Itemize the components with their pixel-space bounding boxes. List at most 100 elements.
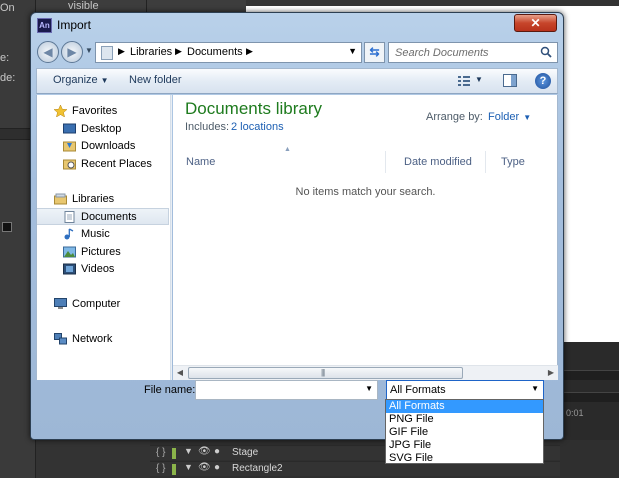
back-arrow-icon: ◀ (43, 45, 53, 59)
breadcrumb-documents[interactable]: Documents (187, 46, 243, 58)
visible-column-label: visible (68, 0, 99, 12)
horizontal-scrollbar[interactable]: ◀ ||| ▶ (173, 365, 558, 380)
music-icon (64, 228, 74, 240)
layer-color-swatch (172, 448, 176, 459)
includes-label: Includes: (185, 121, 230, 133)
column-header-date-modified[interactable]: Date modified (386, 151, 486, 173)
option-gif-file[interactable]: GIF File (386, 426, 543, 439)
nav-desktop[interactable]: Desktop (37, 121, 169, 138)
file-name-input[interactable] (197, 382, 357, 398)
empty-state-message: No items match your search. (295, 186, 436, 198)
file-name-combobox[interactable]: ▼ (195, 380, 378, 400)
layer-color-swatch (172, 464, 176, 475)
expand-caret-icon[interactable]: ▼ (184, 446, 193, 456)
file-name-dropdown-icon[interactable]: ▼ (365, 384, 373, 393)
search-input[interactable] (390, 44, 536, 61)
navigation-pane: Favorites Desktop Downloads Recent Place… (36, 95, 170, 380)
nav-label: Desktop (81, 123, 122, 135)
recent-pages-dropdown-icon[interactable]: ▼ (85, 46, 93, 55)
timeline-frame-mark: 0:01 (566, 408, 584, 418)
column-header-type[interactable]: Type (486, 151, 558, 173)
nav-videos[interactable]: Videos (37, 261, 169, 278)
refresh-button[interactable]: ⇆ (364, 42, 385, 63)
nav-documents[interactable]: Documents (37, 208, 169, 225)
column-header-name[interactable]: Name (173, 151, 386, 173)
refresh-icon: ⇆ (369, 45, 380, 59)
nav-network[interactable]: Network (37, 331, 169, 348)
scrollbar-thumb[interactable]: ||| (188, 367, 463, 379)
videos-icon (63, 263, 76, 275)
layer-type-icon: { } (156, 463, 166, 474)
scroll-left-icon[interactable]: ◀ (174, 368, 186, 379)
chevron-down-icon[interactable]: ▼ (531, 384, 539, 393)
dialog-title: Import (57, 18, 92, 32)
panel-text-3: de: (0, 72, 16, 84)
arrange-by-dropdown[interactable]: Folder ▼ (488, 111, 531, 123)
animate-app-icon: An (37, 18, 52, 33)
timeline-bar (560, 392, 619, 402)
breadcrumb-separator-icon[interactable]: ▶ (118, 46, 125, 57)
pictures-icon (63, 246, 76, 258)
lock-dot-icon[interactable]: ● (214, 462, 220, 473)
nav-pictures[interactable]: Pictures (37, 244, 169, 261)
address-dropdown-icon[interactable]: ▼ (348, 46, 357, 56)
command-bar: Organize ▼ New folder ▼ ? (36, 68, 558, 94)
panel-text-2: e: (0, 52, 10, 64)
file-type-select[interactable]: All Formats ▼ (386, 380, 544, 400)
option-svg-file[interactable]: SVG File (386, 452, 543, 465)
nav-label: Favorites (72, 105, 118, 117)
file-name-label: File name: (144, 384, 196, 396)
downloads-folder-icon (63, 141, 76, 152)
nav-label: Downloads (81, 140, 136, 152)
title-bar[interactable]: An Import ✕ (31, 13, 563, 37)
panel-text-1: On (0, 2, 15, 14)
swatch-icon[interactable] (2, 222, 12, 232)
nav-libraries[interactable]: Libraries (37, 191, 169, 208)
file-list-area[interactable]: Documents library Includes: 2 locations … (173, 95, 558, 380)
preview-pane-icon[interactable] (503, 74, 517, 87)
nav-label: Network (72, 333, 113, 345)
star-icon (54, 105, 67, 117)
option-jpg-file[interactable]: JPG File (386, 439, 543, 452)
nav-recent-places[interactable]: Recent Places (37, 156, 169, 173)
nav-music[interactable]: Music (37, 226, 169, 243)
arrange-by-value: Folder (488, 111, 520, 123)
recent-places-icon (63, 159, 76, 170)
option-all-formats[interactable]: All Formats (386, 400, 543, 413)
nav-computer[interactable]: Computer (37, 296, 169, 313)
lock-dot-icon[interactable]: ● (214, 446, 220, 457)
desktop-icon (63, 123, 76, 134)
search-box[interactable] (388, 42, 558, 63)
locations-link[interactable]: 2 locations (231, 121, 284, 133)
help-icon[interactable]: ? (535, 73, 551, 89)
layer-name: Stage (232, 447, 259, 458)
file-type-dropdown-list: All Formats PNG File GIF File JPG File S… (385, 399, 544, 464)
scroll-right-icon[interactable]: ▶ (545, 368, 557, 379)
breadcrumb-separator-icon[interactable]: ▶ (175, 46, 182, 57)
library-title: Documents library (185, 99, 322, 118)
import-dialog: An Import ✕ ◀ ▶ ▼ ▶ Libraries ▶ Document… (30, 12, 564, 440)
eye-icon[interactable]: 👁 (198, 446, 211, 457)
view-options-icon[interactable] (457, 75, 471, 87)
back-button[interactable]: ◀ (37, 41, 59, 63)
layer-type-icon: { } (156, 447, 166, 458)
nav-label: Computer (72, 298, 121, 310)
forward-button[interactable]: ▶ (61, 41, 83, 63)
close-button[interactable]: ✕ (514, 14, 557, 32)
pane-splitter[interactable] (170, 95, 172, 380)
eye-icon[interactable]: 👁 (198, 462, 211, 473)
option-png-file[interactable]: PNG File (386, 413, 543, 426)
timeline-bar (560, 370, 619, 380)
nav-label: Pictures (81, 246, 121, 258)
nav-favorites[interactable]: Favorites (37, 103, 169, 120)
address-bar[interactable]: ▶ Libraries ▶ Documents ▶ ▼ (95, 42, 362, 63)
expand-caret-icon[interactable]: ▼ (184, 462, 193, 472)
view-dropdown-icon[interactable]: ▼ (475, 75, 483, 84)
organize-button[interactable]: Organize ▼ (53, 74, 109, 86)
nav-downloads[interactable]: Downloads (37, 138, 169, 155)
search-icon[interactable] (540, 46, 552, 58)
breadcrumb-separator-icon[interactable]: ▶ (246, 46, 253, 57)
file-type-selected: All Formats (390, 384, 446, 396)
new-folder-button[interactable]: New folder (129, 74, 182, 86)
breadcrumb-libraries[interactable]: Libraries (130, 46, 172, 58)
